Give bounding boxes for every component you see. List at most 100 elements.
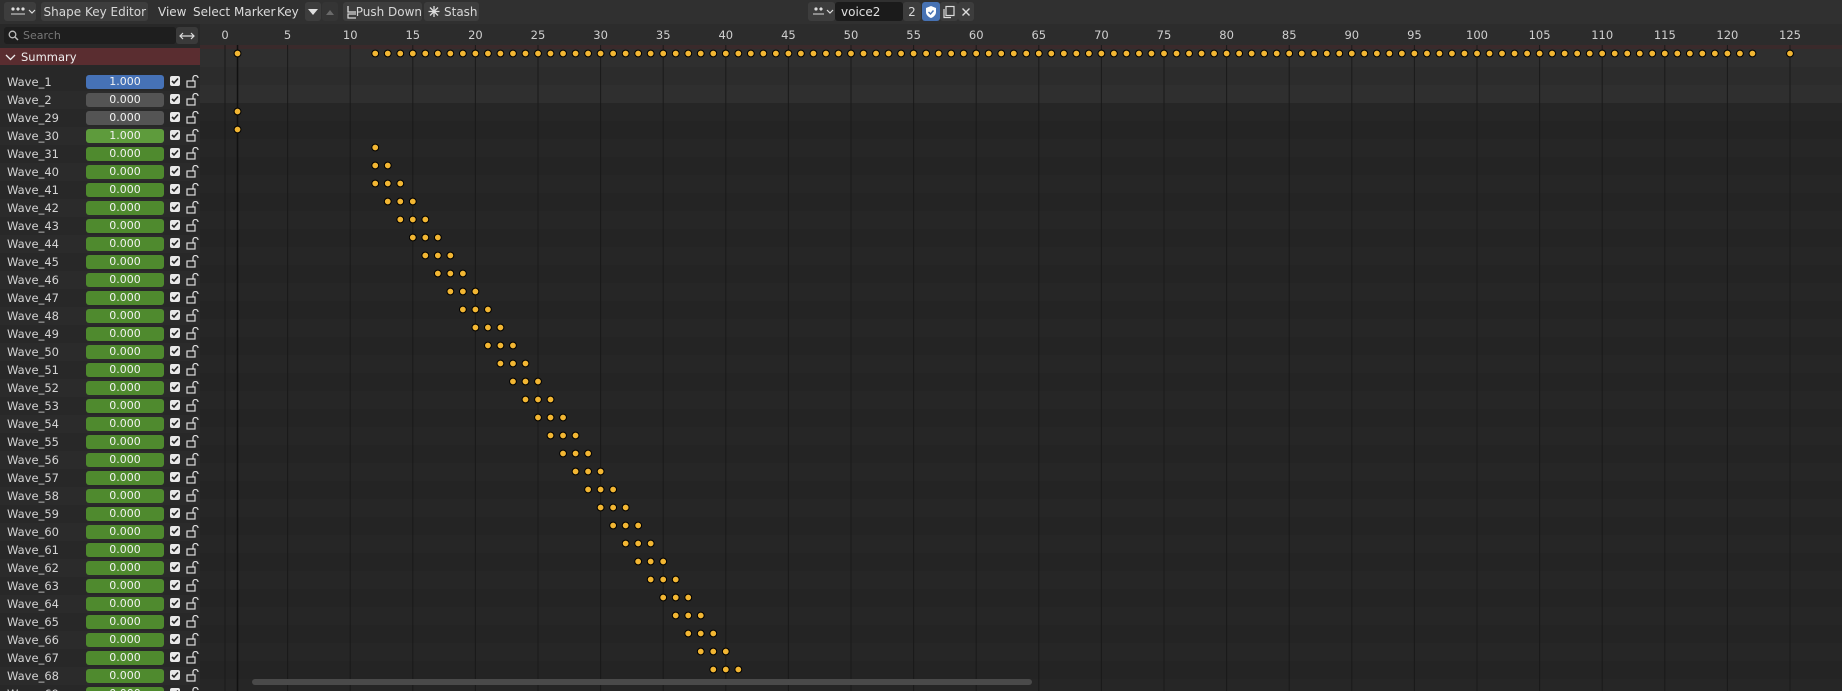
mute-checkbox[interactable]: [170, 238, 180, 248]
summary-keyframe[interactable]: [1397, 49, 1406, 58]
keyframe[interactable]: [471, 305, 480, 314]
lock-icon[interactable]: [185, 147, 199, 161]
keyframe[interactable]: [621, 503, 630, 512]
keyframe[interactable]: [671, 593, 680, 602]
channel-row[interactable]: Wave_30 1.000: [0, 127, 200, 145]
mute-checkbox[interactable]: [170, 472, 180, 482]
channel-row[interactable]: Wave_50 0.000: [0, 343, 200, 361]
keyframe[interactable]: [233, 125, 242, 134]
channel-search[interactable]: [4, 27, 176, 44]
summary-keyframe[interactable]: [646, 49, 655, 58]
keyframe[interactable]: [421, 215, 430, 224]
keyframe[interactable]: [559, 413, 567, 422]
summary-keyframe[interactable]: [1385, 49, 1394, 58]
lock-icon[interactable]: [185, 507, 199, 521]
shape-key-value-slider[interactable]: 0.000: [86, 201, 164, 215]
keyframe[interactable]: [458, 269, 467, 278]
lock-icon[interactable]: [185, 129, 199, 143]
mute-checkbox[interactable]: [170, 346, 180, 356]
lock-icon[interactable]: [185, 165, 199, 179]
summary-keyframe[interactable]: [1560, 49, 1569, 58]
keyframe[interactable]: [621, 521, 630, 530]
mute-checkbox[interactable]: [170, 580, 180, 590]
mute-checkbox[interactable]: [170, 400, 180, 410]
summary-keyframe[interactable]: [1648, 49, 1657, 58]
summary-keyframe[interactable]: [734, 49, 743, 58]
summary-keyframe[interactable]: [759, 49, 768, 58]
frame-ruler[interactable]: 0 5 10 15 20 25 30 35 40 45 50 55 60 65 70 75 80 85 90 95 10…: [200, 24, 1842, 46]
keyframe[interactable]: [671, 611, 680, 620]
keyframe[interactable]: [496, 341, 505, 350]
summary-keyframe[interactable]: [947, 49, 956, 58]
channel-row[interactable]: Wave_41 0.000: [0, 181, 200, 199]
shape-key-value-slider[interactable]: 0.000: [86, 687, 164, 691]
summary-keyframe[interactable]: [1022, 49, 1031, 58]
keyframe[interactable]: [609, 485, 618, 494]
keyframe[interactable]: [458, 287, 467, 296]
summary-keyframe[interactable]: [496, 49, 505, 58]
keyframe[interactable]: [371, 179, 380, 188]
summary-keyframe[interactable]: [1084, 49, 1093, 58]
channel-row[interactable]: Wave_44 0.000: [0, 235, 200, 253]
lock-icon[interactable]: [185, 309, 199, 323]
mute-checkbox[interactable]: [170, 292, 180, 302]
channel-row[interactable]: Wave_55 0.000: [0, 433, 200, 451]
mute-checkbox[interactable]: [170, 508, 180, 518]
shape-key-value-slider[interactable]: 0.000: [86, 597, 164, 611]
mute-checkbox[interactable]: [170, 184, 180, 194]
shape-key-value-slider[interactable]: 0.000: [86, 615, 164, 629]
summary-keyframe[interactable]: [396, 49, 405, 58]
mute-checkbox[interactable]: [170, 382, 180, 392]
lock-icon[interactable]: [185, 417, 199, 431]
summary-keyframe[interactable]: [1372, 49, 1381, 58]
summary-keyframe[interactable]: [596, 49, 605, 58]
mute-checkbox[interactable]: [170, 220, 180, 230]
search-input[interactable]: [19, 29, 163, 42]
summary-keyframe[interactable]: [1360, 49, 1369, 58]
summary-keyframe[interactable]: [1535, 49, 1544, 58]
lock-icon[interactable]: [185, 669, 199, 683]
lock-icon[interactable]: [185, 543, 199, 557]
mute-checkbox[interactable]: [170, 94, 180, 104]
keyframe[interactable]: [433, 251, 442, 260]
keyframe[interactable]: [383, 197, 392, 206]
shape-key-value-slider[interactable]: 1.000: [86, 75, 164, 89]
summary-keyframe[interactable]: [822, 49, 830, 58]
mute-checkbox[interactable]: [170, 76, 180, 86]
keyframe[interactable]: [421, 251, 430, 260]
channel-row[interactable]: Wave_65 0.000: [0, 613, 200, 631]
mute-checkbox[interactable]: [170, 202, 180, 212]
shape-key-value-slider[interactable]: 0.000: [86, 669, 164, 683]
keyframe[interactable]: [646, 539, 655, 548]
keyframe[interactable]: [371, 161, 380, 170]
summary-keyframe[interactable]: [1710, 49, 1719, 58]
summary-keyframe[interactable]: [371, 49, 380, 58]
lock-icon[interactable]: [185, 615, 199, 629]
summary-keyframe[interactable]: [634, 49, 643, 58]
action-name-field[interactable]: voice2: [835, 2, 903, 21]
summary-keyframe[interactable]: [1423, 49, 1431, 58]
summary-keyframe[interactable]: [809, 49, 818, 58]
keyframe[interactable]: [609, 521, 618, 530]
keyframe[interactable]: [484, 305, 492, 314]
keyframe[interactable]: [546, 413, 555, 422]
editor-type-button[interactable]: [4, 2, 36, 21]
stash-button[interactable]: Stash: [424, 2, 479, 21]
shape-key-value-slider[interactable]: 0.000: [86, 327, 164, 341]
lock-icon[interactable]: [185, 399, 199, 413]
summary-keyframe[interactable]: [446, 49, 455, 58]
summary-keyframe[interactable]: [797, 49, 805, 58]
keyframe[interactable]: [709, 665, 718, 674]
channel-row[interactable]: Wave_57 0.000: [0, 469, 200, 487]
summary-keyframe[interactable]: [1673, 49, 1682, 58]
duplicate-button[interactable]: [940, 2, 958, 21]
summary-keyframe[interactable]: [684, 49, 693, 58]
summary-keyframe[interactable]: [1748, 49, 1757, 58]
summary-keyframe[interactable]: [1635, 49, 1644, 58]
channel-row[interactable]: Wave_58 0.000: [0, 487, 200, 505]
summary-keyframe[interactable]: [1097, 49, 1106, 58]
summary-channel[interactable]: Summary: [0, 48, 200, 65]
summary-keyframe[interactable]: [934, 49, 943, 58]
swap-button[interactable]: [176, 27, 198, 44]
summary-keyframe[interactable]: [959, 49, 968, 58]
